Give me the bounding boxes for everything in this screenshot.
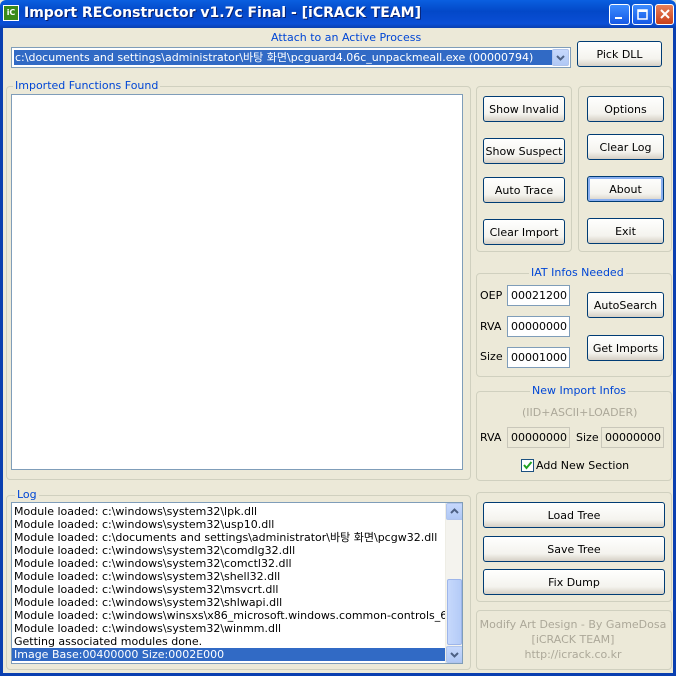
exit-button[interactable]: Exit — [587, 218, 664, 244]
credits-line-2: [iCRACK TEAM] — [531, 633, 615, 646]
log-line: Module loaded: c:\windows\system32\lpk.d… — [14, 505, 258, 518]
scroll-down-button[interactable] — [446, 646, 462, 663]
minimize-icon — [615, 17, 622, 19]
options-button[interactable]: Options — [587, 96, 664, 122]
maximize-button[interactable] — [632, 4, 653, 25]
size-input[interactable]: 00001000 — [507, 347, 570, 368]
window-title: Import REConstructor v1.7c Final - [iCRA… — [24, 5, 421, 21]
close-button[interactable] — [655, 4, 674, 25]
log-line: Module loaded: c:\windows\winsxs\x86_mic… — [14, 609, 463, 622]
add-new-section-checkbox[interactable] — [521, 459, 534, 472]
log-line: Getting associated modules done. — [14, 635, 203, 648]
new-import-infos-group-label: New Import Infos — [530, 384, 629, 397]
iat-infos-group-label: IAT Infos Needed — [529, 266, 626, 279]
checkmark-icon — [523, 461, 533, 470]
iat-infos-group: IAT Infos Needed — [476, 266, 672, 377]
rva-input[interactable]: 00000000 — [507, 316, 570, 337]
oep-label: OEP — [480, 289, 503, 302]
log-line: Module loaded: c:\windows\system32\shell… — [14, 570, 281, 583]
show-suspect-button[interactable]: Show Suspect — [483, 138, 565, 164]
process-select[interactable]: c:\documents and settings\administrator\… — [11, 47, 571, 68]
chevron-up-icon — [450, 508, 459, 514]
log-list[interactable]: Module loaded: c:\windows\system32\lpk.d… — [11, 502, 463, 664]
process-select-value: c:\documents and settings\administrator\… — [14, 50, 552, 65]
app-icon: iC — [3, 5, 19, 21]
chevron-down-icon — [556, 55, 565, 61]
attach-group-label: Attach to an Active Process — [269, 31, 424, 44]
about-button[interactable]: About — [587, 176, 664, 202]
new-import-size-input: 00000000 — [601, 427, 664, 448]
log-line: Module loaded: c:\windows\system32\comct… — [14, 557, 292, 570]
new-import-rva-label: RVA — [480, 431, 502, 444]
clear-log-button[interactable]: Clear Log — [587, 134, 664, 160]
log-line: Module loaded: c:\windows\system32\msvcr… — [14, 583, 279, 596]
maximize-icon — [637, 9, 648, 20]
add-new-section-label[interactable]: Add New Section — [536, 459, 629, 472]
credits-link[interactable]: http://icrack.co.kr — [478, 647, 668, 662]
log-line-selected: Image Base:00400000 Size:0002E000 — [12, 648, 445, 661]
log-line: Module loaded: c:\documents and settings… — [14, 531, 438, 544]
imports-group-label: Imported Functions Found — [13, 79, 161, 92]
rva-label: RVA — [480, 320, 502, 333]
credits: Modify Art Design - By GameDosa [iCRACK … — [478, 617, 668, 662]
pick-dll-button[interactable]: Pick DLL — [577, 41, 662, 67]
chevron-down-icon — [450, 652, 459, 658]
fix-dump-button[interactable]: Fix Dump — [483, 569, 665, 595]
size-label: Size — [480, 350, 503, 363]
imported-functions-tree[interactable] — [11, 94, 463, 470]
show-invalid-button[interactable]: Show Invalid — [483, 96, 565, 122]
close-icon — [660, 9, 670, 19]
log-line: Module loaded: c:\windows\system32\winmm… — [14, 622, 282, 635]
log-group-label: Log — [15, 488, 39, 501]
log-scrollbar[interactable] — [445, 503, 462, 663]
autosearch-button[interactable]: AutoSearch — [587, 292, 664, 318]
save-tree-button[interactable]: Save Tree — [483, 536, 665, 562]
log-line: Module loaded: c:\windows\system32\comdl… — [14, 544, 296, 557]
new-import-subtitle: (IID+ASCII+LOADER) — [522, 406, 638, 419]
get-imports-button[interactable]: Get Imports — [587, 335, 664, 361]
clear-import-button[interactable]: Clear Import — [483, 219, 565, 245]
credits-line-1: Modify Art Design - By GameDosa — [479, 618, 667, 631]
log-line: Module loaded: c:\windows\system32\shlwa… — [14, 596, 283, 609]
oep-input[interactable]: 00021200 — [507, 285, 570, 306]
load-tree-button[interactable]: Load Tree — [483, 502, 665, 528]
minimize-button[interactable] — [609, 4, 630, 25]
title-bar[interactable]: iC Import REConstructor v1.7c Final - [i… — [0, 0, 676, 28]
scroll-up-button[interactable] — [446, 503, 462, 520]
new-import-rva-input: 00000000 — [507, 427, 570, 448]
auto-trace-button[interactable]: Auto Trace — [483, 177, 565, 203]
log-lines: Module loaded: c:\windows\system32\lpk.d… — [12, 505, 463, 661]
scroll-thumb[interactable] — [447, 579, 462, 645]
log-line: Module loaded: c:\windows\system32\usp10… — [14, 518, 275, 531]
process-select-dropdown-button[interactable] — [552, 49, 569, 66]
new-import-size-label: Size — [576, 431, 599, 444]
